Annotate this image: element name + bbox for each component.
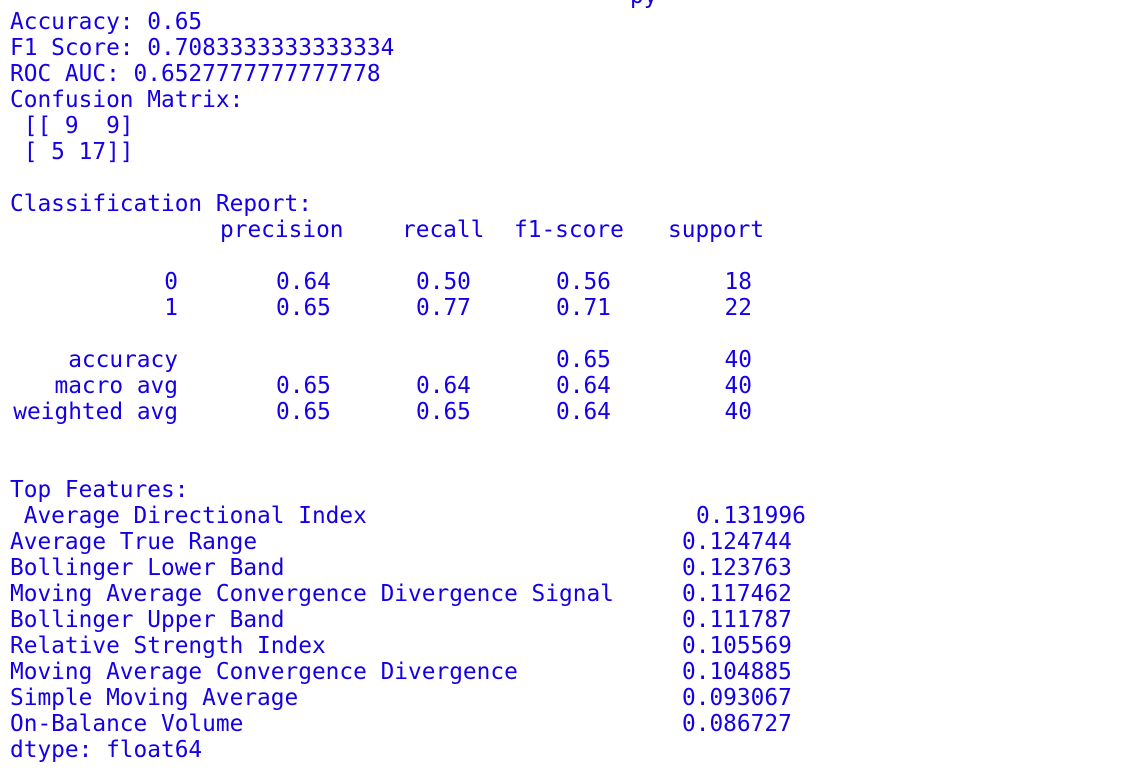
confusion-matrix-title: Confusion Matrix: bbox=[10, 87, 244, 113]
dtype-line: dtype: float64 bbox=[10, 737, 203, 763]
f1-score-line: F1 Score: 0.7083333333333334 bbox=[10, 35, 395, 61]
feature-name: Moving Average Convergence Divergence bbox=[10, 659, 518, 685]
feature-row: Relative Strength Index 0.105569 bbox=[10, 633, 1120, 659]
summary-precision: 0.65 bbox=[276, 399, 331, 425]
feature-row: Moving Average Convergence Divergence Si… bbox=[10, 581, 1120, 607]
summary-label: weighted avg bbox=[13, 399, 178, 425]
row-recall: 0.50 bbox=[416, 269, 471, 295]
report-summary-row: macro avg 0.65 0.64 0.64 40 bbox=[10, 373, 1120, 399]
row-support: 22 bbox=[724, 295, 752, 321]
header-recall: recall bbox=[402, 217, 485, 243]
summary-support: 40 bbox=[724, 399, 752, 425]
feature-row: Average True Range 0.124744 bbox=[10, 529, 1120, 555]
feature-value: 0.105569 bbox=[682, 633, 792, 659]
feature-value: 0.123763 bbox=[682, 555, 792, 581]
header-precision: precision bbox=[220, 217, 344, 243]
feature-name: On-Balance Volume bbox=[10, 711, 244, 737]
feature-name: Bollinger Lower Band bbox=[10, 555, 285, 581]
top-features-title: Top Features: bbox=[10, 477, 189, 503]
summary-precision: 0.65 bbox=[276, 373, 331, 399]
row-label: 0 bbox=[164, 269, 178, 295]
report-header-row: precision recall f1-score support bbox=[10, 217, 1120, 243]
feature-value: 0.093067 bbox=[682, 685, 792, 711]
summary-recall: 0.64 bbox=[416, 373, 471, 399]
roc-auc-line: ROC AUC: 0.6527777777777778 bbox=[10, 61, 381, 87]
feature-row: Bollinger Lower Band 0.123763 bbox=[10, 555, 1120, 581]
header-support: support bbox=[668, 217, 765, 243]
header-f1-score: f1-score bbox=[514, 217, 624, 243]
feature-name: Average Directional Index bbox=[10, 503, 367, 529]
feature-value: 0.117462 bbox=[682, 581, 792, 607]
row-precision: 0.64 bbox=[276, 269, 331, 295]
feature-name: Bollinger Upper Band bbox=[10, 607, 285, 633]
row-f1: 0.56 bbox=[556, 269, 611, 295]
confusion-matrix-row: [ 5 17]] bbox=[10, 139, 134, 165]
row-recall: 0.77 bbox=[416, 295, 471, 321]
summary-support: 40 bbox=[724, 347, 752, 373]
summary-support: 40 bbox=[724, 373, 752, 399]
feature-value: 0.131996 bbox=[696, 503, 806, 529]
confusion-matrix-row: [[ 9 9] bbox=[10, 113, 134, 139]
feature-value: 0.104885 bbox=[682, 659, 792, 685]
feature-row: Simple Moving Average 0.093067 bbox=[10, 685, 1120, 711]
summary-f1: 0.64 bbox=[556, 373, 611, 399]
row-label: 1 bbox=[164, 295, 178, 321]
partial-top-text: py bbox=[630, 0, 657, 9]
report-row: 0 0.64 0.50 0.56 18 bbox=[10, 269, 1120, 295]
feature-value: 0.124744 bbox=[682, 529, 792, 555]
feature-name: Simple Moving Average bbox=[10, 685, 299, 711]
feature-value: 0.086727 bbox=[682, 711, 792, 737]
classification-report-title: Classification Report: bbox=[10, 191, 312, 217]
feature-row: Average Directional Index 0.131996 bbox=[10, 503, 1120, 529]
report-row: 1 0.65 0.77 0.71 22 bbox=[10, 295, 1120, 321]
accuracy-line: Accuracy: 0.65 bbox=[10, 9, 203, 35]
feature-row: Bollinger Upper Band 0.111787 bbox=[10, 607, 1120, 633]
summary-label: macro avg bbox=[54, 373, 178, 399]
feature-name: Average True Range bbox=[10, 529, 258, 555]
feature-name: Moving Average Convergence Divergence Si… bbox=[10, 581, 614, 607]
feature-name: Relative Strength Index bbox=[10, 633, 326, 659]
summary-f1: 0.65 bbox=[556, 347, 611, 373]
row-f1: 0.71 bbox=[556, 295, 611, 321]
row-support: 18 bbox=[724, 269, 752, 295]
feature-row: Moving Average Convergence Divergence 0.… bbox=[10, 659, 1120, 685]
report-summary-row: accuracy 0.65 40 bbox=[10, 347, 1120, 373]
feature-row: On-Balance Volume 0.086727 bbox=[10, 711, 1120, 737]
partial-top-line: py bbox=[10, 0, 1120, 9]
summary-label: accuracy bbox=[68, 347, 178, 373]
feature-value: 0.111787 bbox=[682, 607, 792, 633]
report-summary-row: weighted avg 0.65 0.65 0.64 40 bbox=[10, 399, 1120, 425]
terminal-output: py Accuracy: 0.65 F1 Score: 0.7083333333… bbox=[10, 0, 1120, 763]
summary-f1: 0.64 bbox=[556, 399, 611, 425]
row-precision: 0.65 bbox=[276, 295, 331, 321]
summary-recall: 0.65 bbox=[416, 399, 471, 425]
